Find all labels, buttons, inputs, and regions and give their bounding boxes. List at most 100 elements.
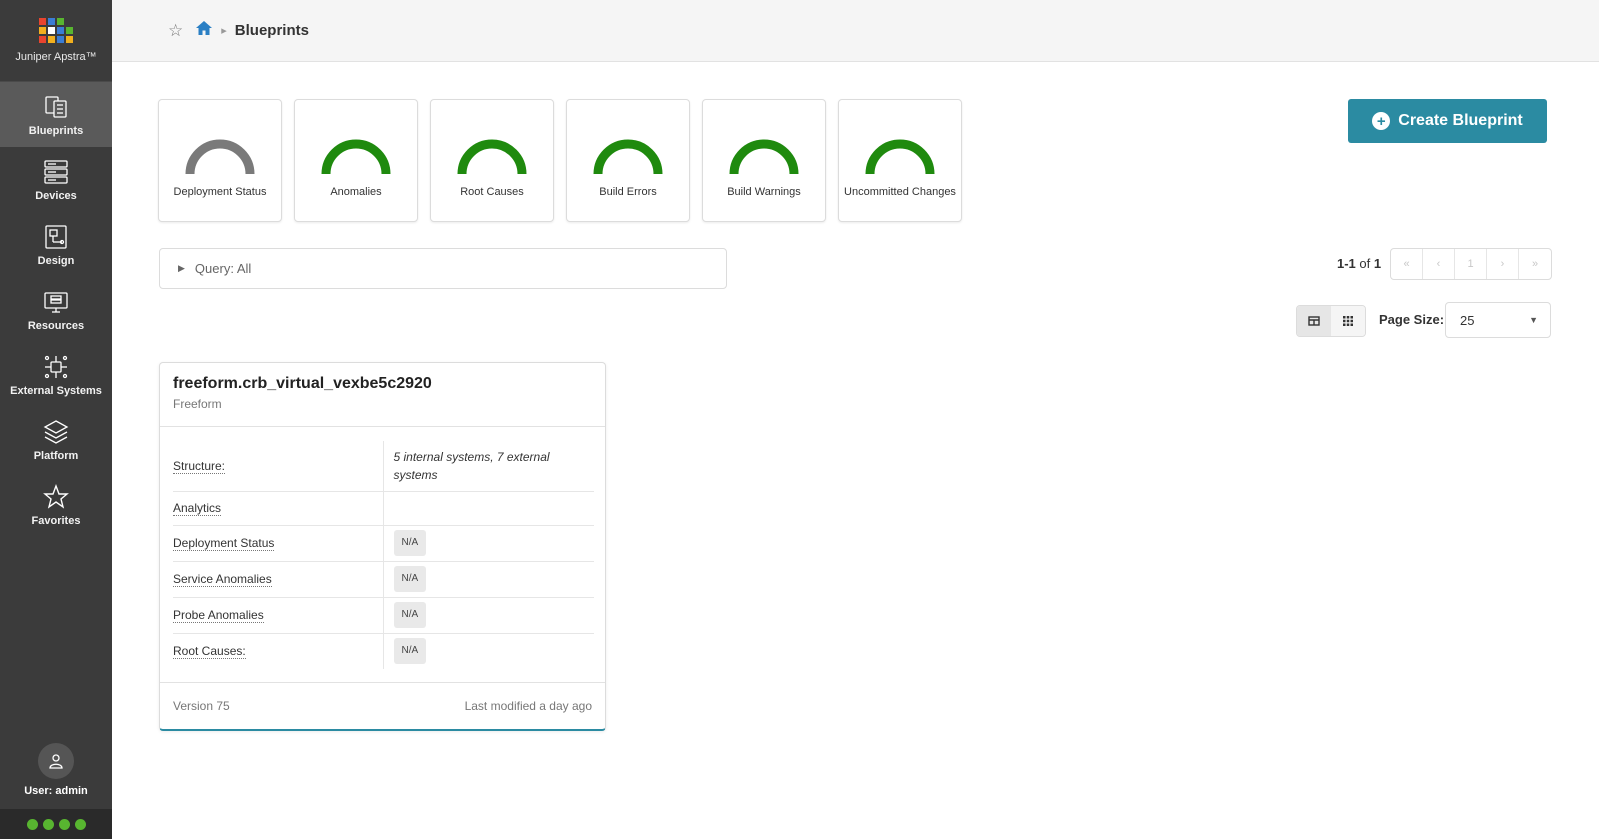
row-key: Structure:	[173, 441, 384, 492]
system-status-bar[interactable]	[0, 809, 112, 839]
user-label: User: admin	[24, 785, 88, 797]
blueprint-card[interactable]: freeform.crb_virtual_vexbe5c2920 Freefor…	[159, 362, 606, 731]
status-badge: N/A	[393, 530, 427, 556]
next-page-button[interactable]: ›	[1487, 249, 1519, 279]
row-value: N/A	[383, 633, 594, 669]
table-row: Service Anomalies N/A	[173, 561, 594, 598]
sidebar-item-favorites[interactable]: Favorites	[0, 472, 112, 537]
gauge-arc	[729, 139, 799, 175]
status-badge: N/A	[393, 638, 427, 665]
external-systems-icon	[44, 355, 68, 378]
sidebar-item-label: Platform	[33, 449, 79, 462]
table-row: Analytics	[173, 491, 594, 526]
deployment-status-label[interactable]: Deployment Status	[173, 536, 275, 551]
gauge-arc	[457, 139, 527, 175]
status-dot	[74, 818, 86, 830]
gauge-label: Root Causes	[460, 186, 524, 198]
user-icon	[49, 754, 63, 769]
platform-icon	[43, 419, 69, 444]
gauge-label: Deployment Status	[173, 186, 267, 198]
gauge-anomalies[interactable]: Anomalies	[294, 99, 418, 222]
caret-right-icon: ▶	[178, 263, 185, 273]
blueprint-card-header: freeform.crb_virtual_vexbe5c2920 Freefor…	[160, 363, 605, 427]
sidebar-item-label: Design	[37, 254, 75, 267]
pagination-controls: « ‹ 1 › »	[1390, 248, 1552, 280]
gauge-arc	[865, 139, 935, 175]
row-value: N/A	[383, 561, 594, 598]
gauge-label: Uncommitted Changes	[844, 186, 956, 198]
sidebar-item-blueprints[interactable]: Blueprints	[0, 82, 112, 147]
gauge-label: Anomalies	[330, 186, 382, 198]
gauge-build-errors[interactable]: Build Errors	[566, 99, 690, 222]
sidebar-item-resources[interactable]: Resources	[0, 277, 112, 342]
design-icon	[45, 224, 67, 249]
blueprint-type: Freeform	[173, 397, 222, 411]
create-blueprint-button[interactable]: + Create Blueprint	[1348, 99, 1547, 143]
grid-view-button[interactable]	[1331, 306, 1365, 336]
row-key: Analytics	[173, 491, 384, 526]
apstra-logo-icon	[39, 18, 73, 43]
page-size-value: 25	[1460, 312, 1475, 328]
gauge-label: Build Errors	[599, 186, 657, 198]
home-icon[interactable]	[195, 19, 213, 42]
favorite-star-icon[interactable]: ☆	[168, 21, 183, 41]
last-page-button[interactable]: »	[1519, 249, 1551, 279]
structure-label[interactable]: Structure:	[173, 458, 226, 474]
gauge-build-warnings[interactable]: Build Warnings	[702, 99, 826, 222]
pagination-range: 1-1	[1337, 256, 1356, 271]
sidebar-item-external-systems[interactable]: External Systems	[0, 342, 112, 407]
chevron-right-icon: ▸	[221, 25, 227, 37]
structure-value: 5 internal systems, 7 external systems	[383, 441, 594, 492]
blueprint-details-table: Structure: 5 internal systems, 7 externa…	[173, 441, 594, 669]
probe-anomalies-label[interactable]: Probe Anomalies	[173, 608, 264, 623]
table-view-button[interactable]	[1297, 306, 1331, 336]
gauge-root-causes[interactable]: Root Causes	[430, 99, 554, 222]
sidebar-item-platform[interactable]: Platform	[0, 407, 112, 472]
plus-circle-icon: +	[1372, 112, 1391, 130]
service-anomalies-label[interactable]: Service Anomalies	[173, 572, 272, 587]
gauge-arc	[593, 139, 663, 175]
query-toggle[interactable]: ▶ Query: All	[159, 248, 727, 289]
blueprint-name[interactable]: freeform.crb_virtual_vexbe5c2920	[173, 375, 592, 393]
logo[interactable]: Juniper Apstra™	[0, 0, 112, 82]
sidebar-item-label: Blueprints	[28, 124, 84, 137]
resources-icon	[44, 291, 68, 313]
table-row: Structure: 5 internal systems, 7 externa…	[173, 441, 594, 492]
status-dot	[26, 818, 38, 830]
gauge-deployment-status[interactable]: Deployment Status	[158, 99, 282, 222]
user-menu[interactable]: User: admin	[0, 743, 112, 797]
table-row: Root Causes: N/A	[173, 633, 594, 669]
devices-icon	[44, 159, 68, 184]
pagination-count: 1-1 of 1	[1337, 256, 1381, 271]
sidebar-item-label: External Systems	[10, 384, 102, 397]
row-key: Deployment Status	[173, 525, 384, 562]
blueprints-icon	[45, 95, 67, 118]
star-icon	[43, 483, 69, 509]
table-view-icon	[1308, 316, 1320, 326]
gauge-uncommitted-changes[interactable]: Uncommitted Changes	[838, 99, 962, 222]
table-row: Probe Anomalies N/A	[173, 597, 594, 634]
row-value: N/A	[383, 525, 594, 562]
page-title: Blueprints	[234, 22, 309, 39]
view-toggle	[1296, 305, 1366, 337]
sidebar-item-label: Favorites	[31, 514, 81, 527]
avatar[interactable]	[38, 743, 74, 779]
page-size-select[interactable]: 25 ▼	[1445, 302, 1551, 338]
sidebar-item-devices[interactable]: Devices	[0, 147, 112, 212]
create-blueprint-label: Create Blueprint	[1398, 112, 1523, 129]
sidebar-item-design[interactable]: Design	[0, 212, 112, 277]
status-badge: N/A	[393, 602, 427, 628]
chevron-down-icon: ▼	[1529, 315, 1538, 325]
prev-page-button[interactable]: ‹	[1423, 249, 1455, 279]
analytics-label[interactable]: Analytics	[173, 501, 222, 516]
logo-text: Juniper Apstra™	[15, 51, 97, 63]
table-row: Deployment Status N/A	[173, 525, 594, 562]
summary-gauges: Deployment Status Anomalies Root Causes …	[158, 99, 962, 222]
sidebar: Juniper Apstra™ Blueprints Devices Desig…	[0, 0, 112, 839]
blueprint-version: Version 75	[173, 699, 230, 713]
root-causes-label[interactable]: Root Causes:	[173, 644, 246, 660]
page-number-button[interactable]: 1	[1455, 249, 1487, 279]
sidebar-item-label: Devices	[35, 189, 77, 202]
first-page-button[interactable]: «	[1391, 249, 1423, 279]
query-label: Query: All	[194, 261, 252, 276]
